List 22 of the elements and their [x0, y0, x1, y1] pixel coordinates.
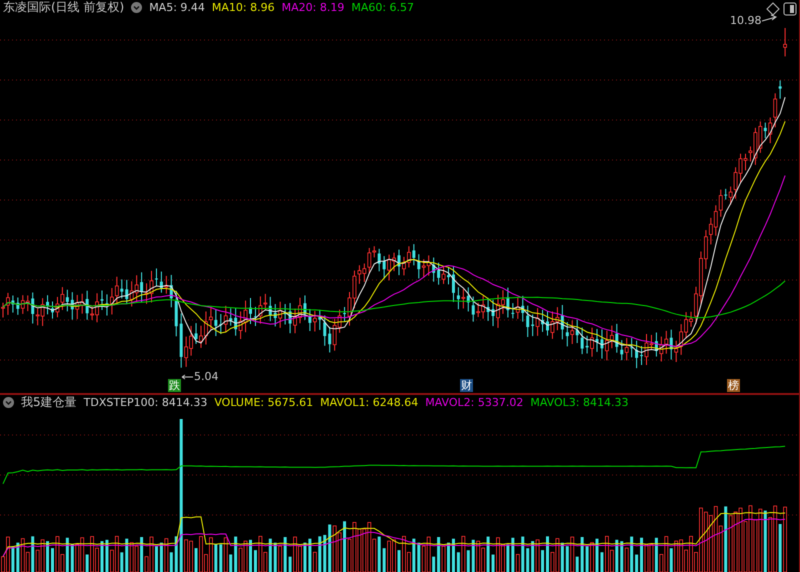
indicator-value: MA20: 8.19 [282, 1, 344, 14]
event-tag: 跌 [168, 379, 181, 392]
stock-title: 东凌国际(日线 前复权) [3, 0, 124, 16]
indicator-value: MAVOL1: 6248.64 [320, 396, 418, 409]
event-tag: 榜 [727, 379, 740, 392]
indicator-value: MA10: 8.96 [212, 1, 275, 14]
high-price-label: 10.98 [730, 14, 762, 27]
dropdown-chevron-icon[interactable] [131, 2, 142, 13]
indicator-value: MA60: 6.57 [351, 1, 414, 14]
indicator-title: 我5建仓量 [21, 394, 77, 411]
leader-line [182, 374, 194, 380]
indicator-value: TDXSTEP100: 8414.33 [84, 396, 208, 409]
low-price-label: 5.04 [194, 370, 218, 383]
event-tag: 财 [460, 379, 473, 392]
dropdown-chevron-icon[interactable] [3, 397, 14, 408]
diamond-icon[interactable] [766, 2, 780, 16]
indicator-value: MAVOL2: 5337.02 [425, 396, 524, 409]
indicator-value: MAVOL3: 8414.33 [530, 396, 628, 409]
indicator-value: VOLUME: 5675.61 [214, 396, 314, 409]
panel-toggle-icon[interactable] [783, 2, 797, 16]
leader-line [762, 14, 778, 22]
indicator-value: MA5: 9.44 [149, 1, 205, 14]
